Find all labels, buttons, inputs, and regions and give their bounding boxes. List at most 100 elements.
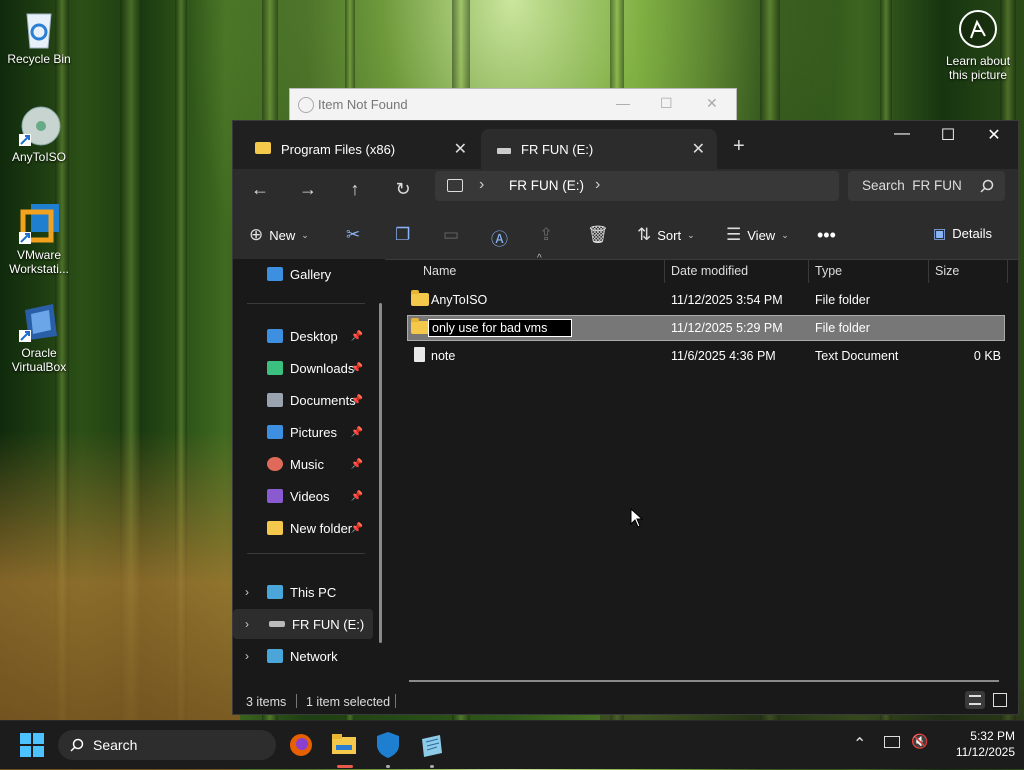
nav-pane-scrollbar[interactable]: [379, 303, 382, 643]
nav-item-pictures[interactable]: Pictures 📌: [233, 417, 373, 447]
address-bar[interactable]: › FR FUN (E:) ›: [435, 171, 839, 201]
nav-item-gallery[interactable]: Gallery: [233, 259, 373, 289]
pin-icon[interactable]: 📌: [351, 395, 363, 406]
large-icons-view-icon[interactable]: [993, 693, 1007, 707]
clock[interactable]: 5:32 PM 11/12/2025: [935, 728, 1015, 760]
rename-input[interactable]: only use for bad vms: [428, 319, 572, 337]
network-icon: [267, 649, 283, 663]
sort-button[interactable]: ⇅ Sort ⌄: [637, 225, 695, 245]
column-header-date[interactable]: Date modified: [671, 259, 748, 283]
desktop-icon-recycle-bin[interactable]: Recycle Bin: [1, 6, 77, 66]
videos-icon: [267, 489, 283, 503]
close-tab-icon[interactable]: ✕: [454, 139, 467, 159]
taskbar-search[interactable]: Search: [58, 730, 276, 760]
copy-icon[interactable]: ❐: [395, 225, 416, 245]
nav-item-music[interactable]: Music 📌: [233, 449, 373, 479]
file-list-scrollbar[interactable]: [409, 680, 999, 682]
pin-icon[interactable]: 📌: [351, 523, 363, 534]
view-label: View: [747, 227, 776, 243]
new-tab-icon[interactable]: +: [733, 135, 745, 158]
column-header-size[interactable]: Size: [935, 259, 959, 283]
cut-icon[interactable]: ✂: [346, 225, 366, 245]
close-icon[interactable]: ✕: [706, 95, 718, 112]
column-label: Type: [815, 264, 843, 278]
search-placeholder: Search FR FUN: [862, 178, 962, 193]
nav-item-desktop[interactable]: Desktop 📌: [233, 321, 373, 351]
nav-item-new-folder[interactable]: New folder 📌: [233, 513, 373, 543]
tab-fr-fun[interactable]: FR FUN (E:) ✕: [481, 129, 717, 169]
refresh-icon[interactable]: ↻: [388, 179, 418, 200]
recycle-bin-icon: [26, 13, 52, 49]
file-date: 11/12/2025 3:54 PM: [671, 293, 783, 307]
paste-icon[interactable]: ▭: [443, 225, 465, 245]
nav-item-videos[interactable]: Videos 📌: [233, 481, 373, 511]
background-window[interactable]: Item Not Found — ☐ ✕: [289, 88, 737, 124]
desktop-icon-anytoiso[interactable]: AnyToISO: [1, 104, 77, 164]
desktop-icon-vmware[interactable]: VMware Workstati...: [1, 202, 77, 276]
search-icon: [980, 179, 994, 193]
chevron-right-icon[interactable]: ›: [595, 176, 600, 194]
nav-label: Downloads: [290, 360, 355, 376]
column-header-name[interactable]: Name: [423, 259, 456, 283]
nav-label: FR FUN (E:): [292, 616, 365, 632]
details-view-icon[interactable]: [965, 691, 985, 709]
nav-item-fr-fun-drive[interactable]: › FR FUN (E:): [233, 609, 373, 639]
tab-program-files[interactable]: Program Files (x86) ✕: [239, 129, 479, 169]
nav-label: Desktop: [290, 328, 338, 344]
column-header-type[interactable]: Type: [815, 259, 842, 283]
command-bar: ⊕ New ⌄ ✂ ❐ ▭ Ⓐ ⇪ 🗑 ⇅ Sort ⌄ ☰ View ⌄ ••…: [233, 215, 1018, 260]
clock-icon: [298, 97, 314, 113]
back-icon[interactable]: ←: [245, 179, 275, 200]
details-label: Details: [952, 226, 992, 241]
notepad-icon[interactable]: [416, 729, 448, 761]
file-explorer-icon[interactable]: [328, 729, 360, 761]
file-date: 11/6/2025 4:36 PM: [671, 349, 776, 363]
file-row[interactable]: note 11/6/2025 4:36 PM Text Document 0 K…: [407, 343, 1005, 369]
file-row[interactable]: AnyToISO 11/12/2025 3:54 PM File folder: [407, 287, 1005, 313]
new-button[interactable]: ⊕ New ⌄: [249, 225, 309, 245]
close-tab-icon[interactable]: ✕: [692, 139, 705, 159]
start-icon[interactable]: [16, 729, 48, 761]
forward-icon[interactable]: →: [293, 179, 323, 200]
security-shield-icon[interactable]: [372, 729, 404, 761]
drive-icon: [497, 142, 511, 157]
volume-muted-icon[interactable]: 🔇: [911, 733, 928, 750]
close-window-icon[interactable]: ✕: [971, 125, 1017, 145]
nav-item-this-pc[interactable]: › This PC: [233, 577, 373, 607]
chevron-right-icon[interactable]: ›: [245, 617, 249, 631]
nav-item-downloads[interactable]: Downloads 📌: [233, 353, 373, 383]
pin-icon[interactable]: 📌: [351, 363, 363, 374]
file-name: AnyToISO: [431, 293, 488, 307]
desktop-icon-virtualbox[interactable]: Oracle VirtualBox: [1, 300, 77, 374]
chevron-right-icon[interactable]: ›: [245, 649, 249, 663]
breadcrumb-current[interactable]: FR FUN (E:): [509, 178, 584, 193]
nav-item-network[interactable]: › Network: [233, 641, 373, 671]
maximize-icon[interactable]: ☐: [660, 95, 673, 112]
nav-item-documents[interactable]: Documents 📌: [233, 385, 373, 415]
up-icon[interactable]: ↑: [340, 179, 370, 200]
details-pane-icon: ▣: [933, 225, 947, 241]
maximize-icon[interactable]: ☐: [925, 125, 971, 145]
pin-icon[interactable]: 📌: [351, 491, 363, 502]
pin-icon[interactable]: 📌: [351, 331, 363, 342]
delete-icon[interactable]: 🗑: [587, 225, 615, 245]
navigation-bar: ← → ↑ ↻ › FR FUN (E:) › Search FR FUN: [233, 169, 1018, 215]
minimize-icon[interactable]: —: [616, 95, 630, 111]
firefox-icon[interactable]: [285, 729, 317, 761]
pin-icon[interactable]: 📌: [351, 427, 363, 438]
documents-icon: [267, 393, 283, 407]
search-box[interactable]: Search FR FUN: [848, 171, 1005, 201]
rename-icon[interactable]: Ⓐ: [491, 225, 514, 250]
minimize-icon[interactable]: —: [879, 125, 925, 143]
file-row-selected[interactable]: only use for bad vms 11/12/2025 5:29 PM …: [407, 315, 1005, 341]
network-status-icon[interactable]: [884, 736, 900, 748]
details-button[interactable]: ▣ Details: [933, 225, 992, 242]
chevron-right-icon[interactable]: ›: [245, 585, 249, 599]
more-options-icon[interactable]: •••: [817, 225, 836, 246]
chevron-up-icon[interactable]: ⌃: [853, 734, 866, 754]
mouse-cursor-icon: [630, 508, 644, 528]
view-button[interactable]: ☰ View ⌄: [726, 225, 789, 245]
learn-about-picture[interactable]: Learn about this picture: [938, 10, 1018, 82]
pin-icon[interactable]: 📌: [351, 459, 363, 470]
share-icon[interactable]: ⇪: [539, 225, 559, 245]
